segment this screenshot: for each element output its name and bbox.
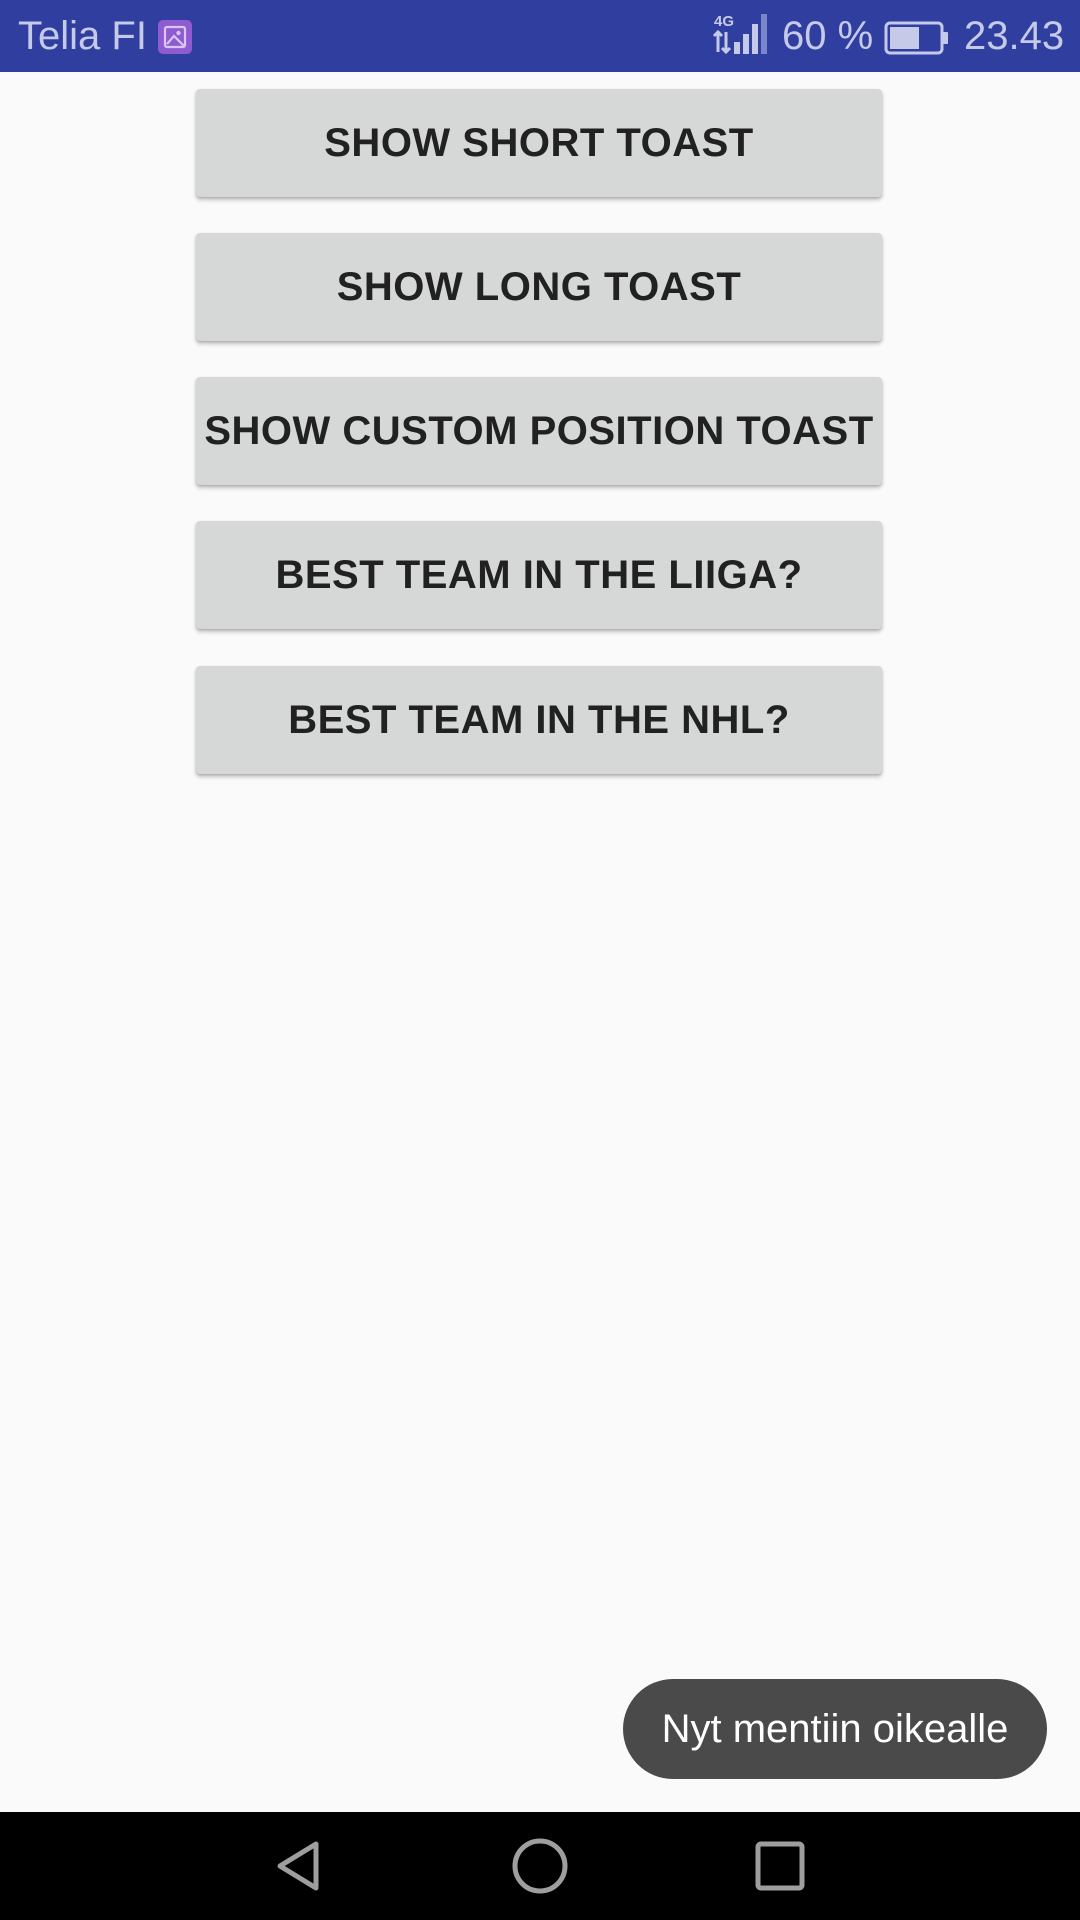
network-type-label: 4G xyxy=(714,13,734,30)
navigation-bar xyxy=(0,1812,1080,1920)
status-bar: Telia FI 4G 60 % 23.43 xyxy=(0,0,1080,72)
back-icon[interactable] xyxy=(270,1836,330,1896)
show-custom-position-toast-button[interactable]: SHOW CUSTOM POSITION TOAST xyxy=(196,377,882,485)
4g-signal-icon: 4G xyxy=(712,10,772,60)
battery-icon xyxy=(884,20,950,55)
recents-icon[interactable] xyxy=(750,1836,810,1896)
show-long-toast-button[interactable]: SHOW LONG TOAST xyxy=(196,233,882,341)
clock: 23.43 xyxy=(964,14,1065,58)
battery-percentage: 60 % xyxy=(782,14,874,58)
image-notification-icon xyxy=(158,20,192,54)
home-icon[interactable] xyxy=(510,1836,570,1896)
carrier-name: Telia FI xyxy=(18,14,147,58)
best-team-liiga-button[interactable]: BEST TEAM IN THE LIIGA? xyxy=(196,521,882,629)
toast-message: Nyt mentiin oikealle xyxy=(623,1679,1047,1779)
best-team-nhl-button[interactable]: BEST TEAM IN THE NHL? xyxy=(196,666,882,774)
show-short-toast-button[interactable]: SHOW SHORT TOAST xyxy=(196,89,882,197)
